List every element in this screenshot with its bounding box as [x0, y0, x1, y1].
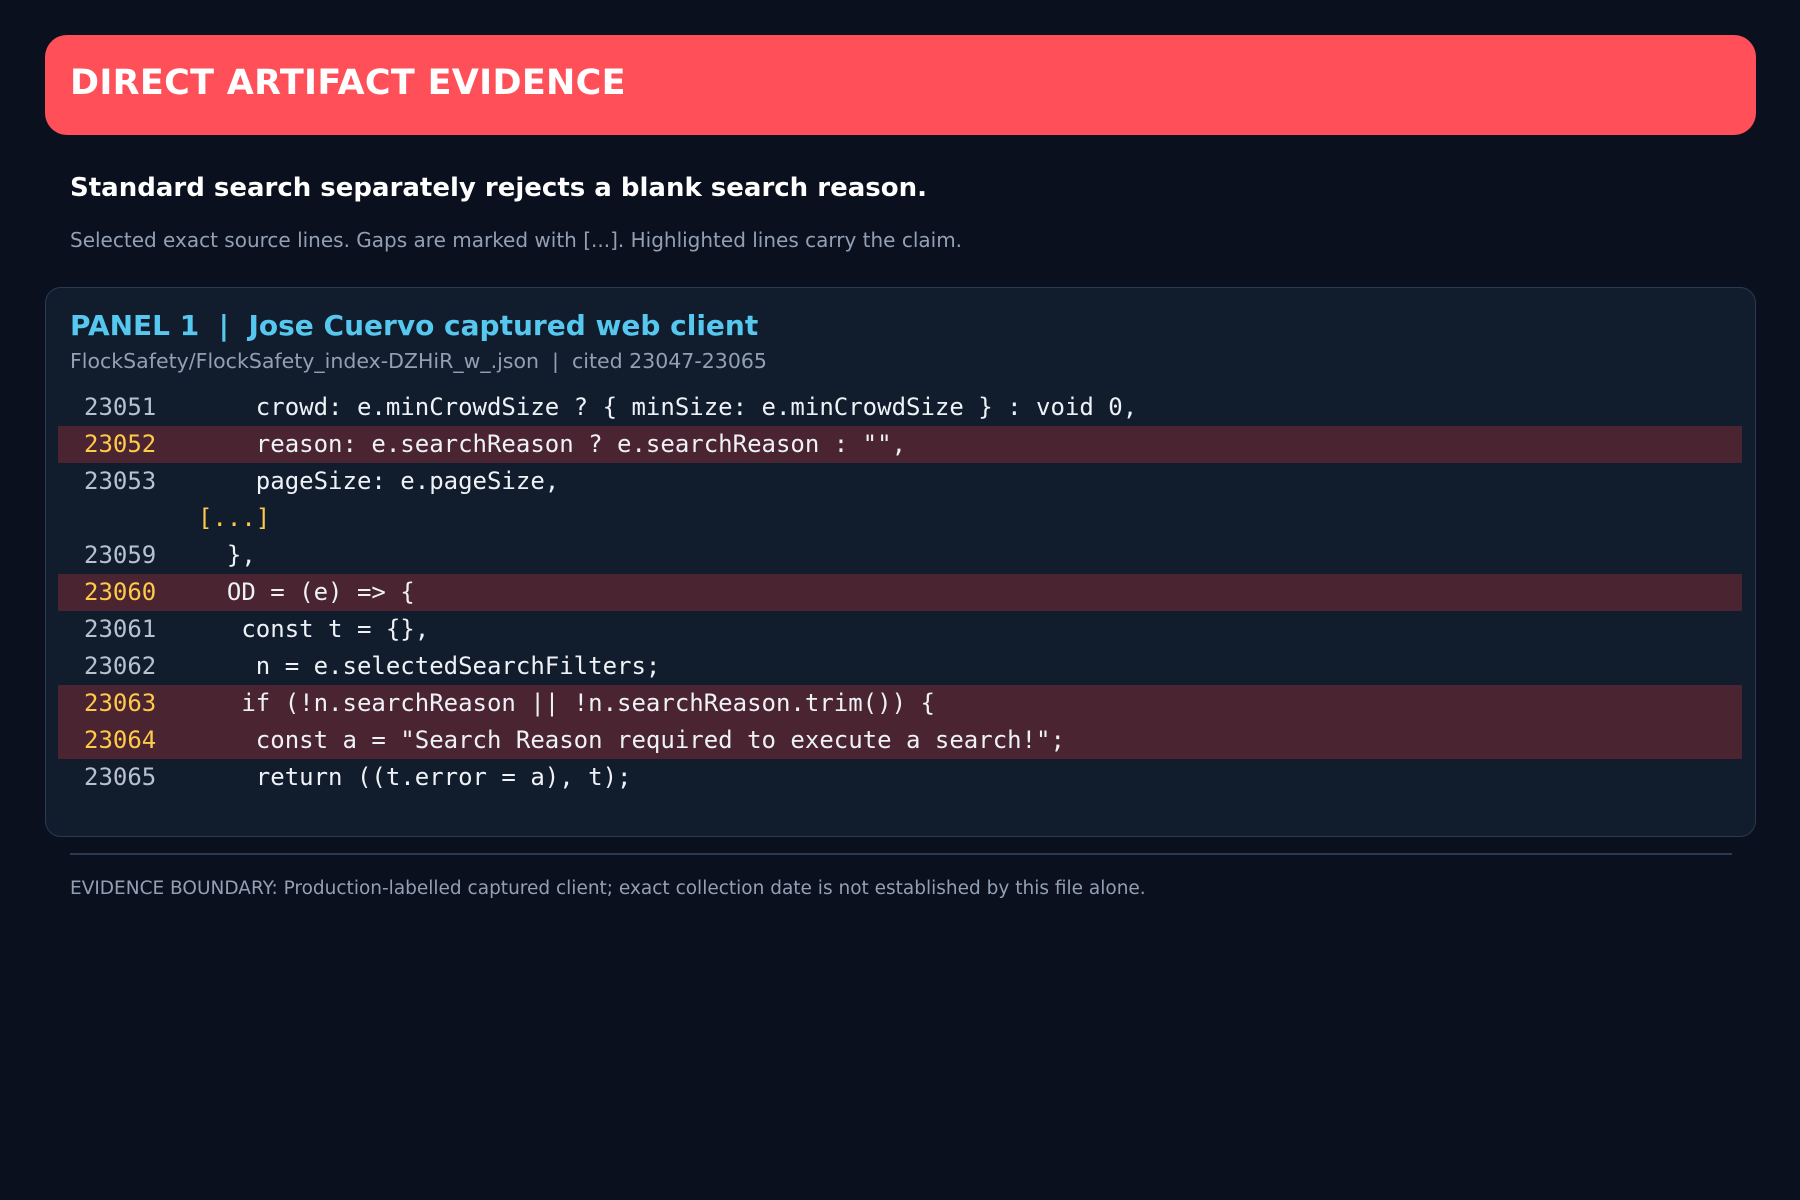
line-number: 23062 [84, 652, 157, 680]
evidence-panel: PANEL 1 | Jose Cuervo captured web clien… [45, 287, 1756, 837]
code-line-highlighted: 23064 const a = "Search Reason required … [58, 722, 1742, 759]
claim-headline: Standard search separately rejects a bla… [70, 173, 927, 203]
source-code: OD = (e) => { [198, 578, 415, 606]
panel-title: PANEL 1 | Jose Cuervo captured web clien… [70, 309, 759, 342]
line-number: 23059 [84, 541, 157, 569]
claim-subline: Selected exact source lines. Gaps are ma… [70, 228, 963, 252]
source-code: const a = "Search Reason required to exe… [198, 726, 1065, 754]
divider [70, 853, 1732, 855]
evidence-boundary-note: EVIDENCE BOUNDARY: Production-labelled c… [70, 878, 1146, 899]
code-line: 23065 return ((t.error = a), t); [58, 759, 1742, 796]
source-code: if (!n.searchReason || !n.searchReason.t… [198, 689, 935, 717]
code-line: 23062 n = e.selectedSearchFilters; [58, 648, 1742, 685]
code-line: 23053 pageSize: e.pageSize, [58, 463, 1742, 500]
banner-title: DIRECT ARTIFACT EVIDENCE [70, 63, 626, 103]
code-line-highlighted: 23060 OD = (e) => { [58, 574, 1742, 611]
source-code: }, [198, 541, 256, 569]
evidence-page: DIRECT ARTIFACT EVIDENCE Standard search… [0, 0, 1800, 1200]
line-number: 23051 [84, 393, 157, 421]
source-code: n = e.selectedSearchFilters; [198, 652, 661, 680]
line-number: 23053 [84, 467, 157, 495]
line-number: 23065 [84, 763, 157, 791]
code-line: 23059 }, [58, 537, 1742, 574]
source-code: crowd: e.minCrowdSize ? { minSize: e.min… [198, 393, 1138, 421]
evidence-banner: DIRECT ARTIFACT EVIDENCE [45, 35, 1756, 135]
code-excerpt: 23051 crowd: e.minCrowdSize ? { minSize:… [58, 389, 1742, 796]
source-code: return ((t.error = a), t); [198, 763, 632, 791]
code-line: 23061 const t = {}, [58, 611, 1742, 648]
line-number: 23063 [84, 689, 157, 717]
source-code: const t = {}, [198, 615, 430, 643]
line-number: 23060 [84, 578, 157, 606]
line-number: 23064 [84, 726, 157, 754]
source-code: pageSize: e.pageSize, [198, 467, 560, 495]
code-line-highlighted: 23052 reason: e.searchReason ? e.searchR… [58, 426, 1742, 463]
line-number: 23061 [84, 615, 157, 643]
gap-marker-text: [...] [198, 504, 271, 532]
code-gap-marker: [...] [58, 500, 1742, 537]
source-code: reason: e.searchReason ? e.searchReason … [198, 430, 907, 458]
code-line: 23051 crowd: e.minCrowdSize ? { minSize:… [58, 389, 1742, 426]
line-number: 23052 [84, 430, 157, 458]
panel-source-meta: FlockSafety/FlockSafety_index-DZHiR_w_.j… [70, 349, 767, 373]
code-line-highlighted: 23063 if (!n.searchReason || !n.searchRe… [58, 685, 1742, 722]
